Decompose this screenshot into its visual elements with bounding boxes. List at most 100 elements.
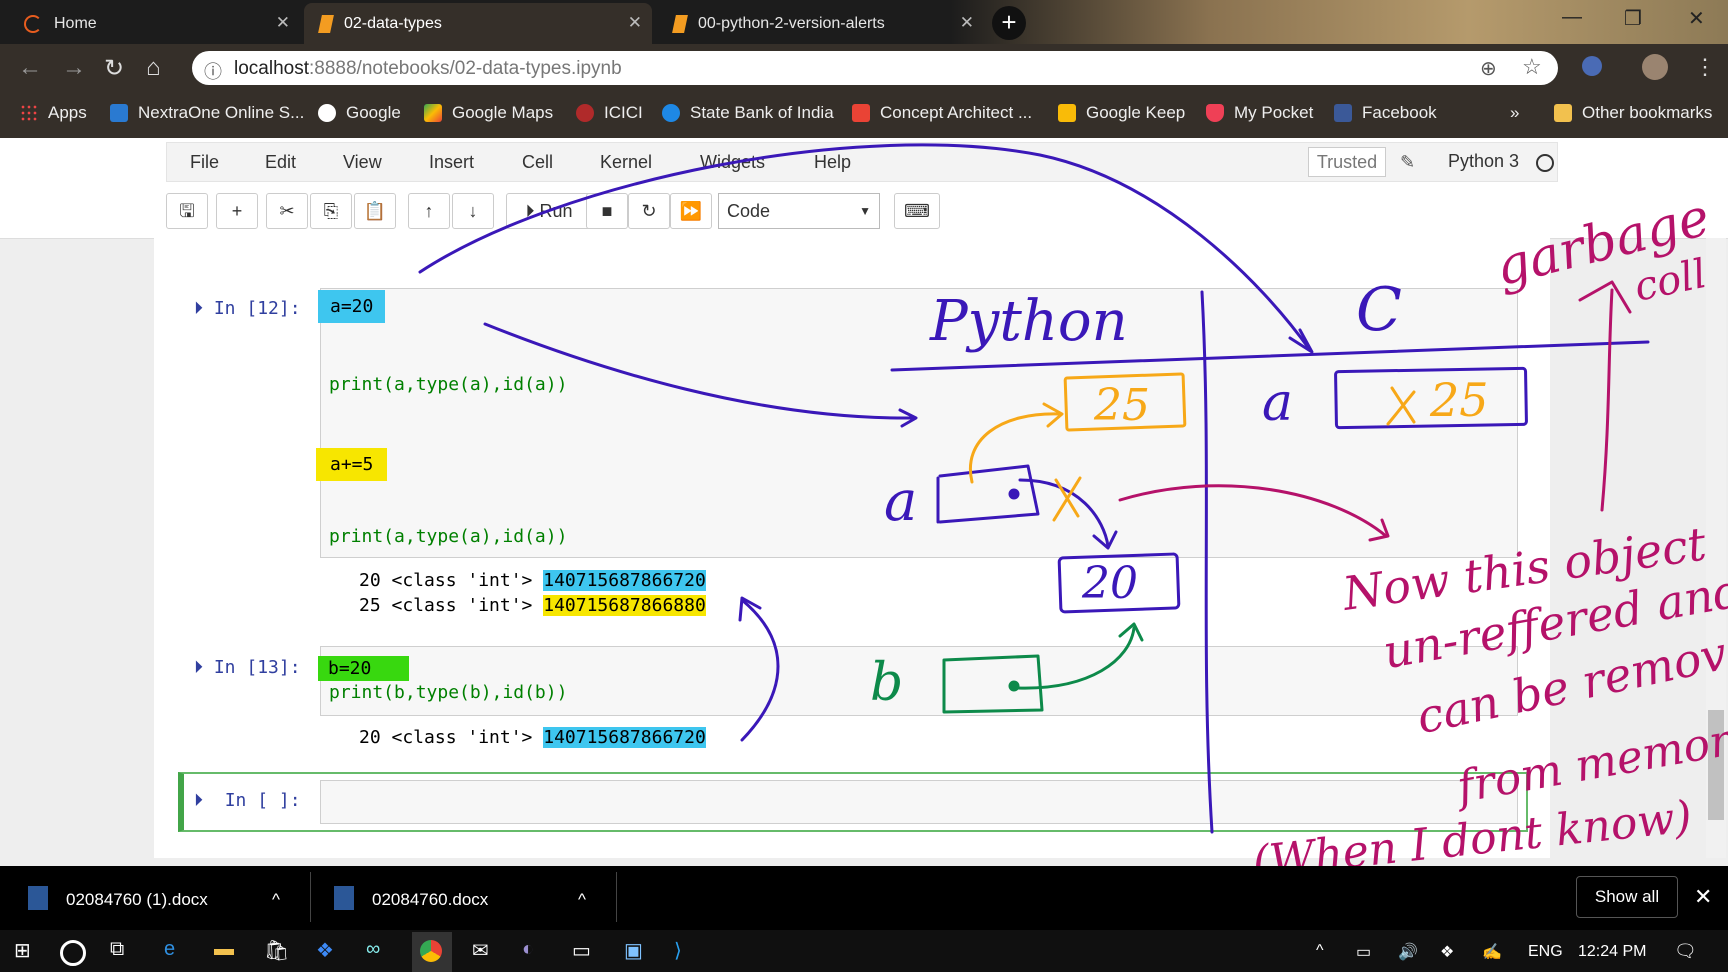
menu-insert[interactable]: Insert [429,152,474,173]
run-cell-icon[interactable]: ⏵ [194,298,203,319]
restart-run-all-button[interactable]: ⏩ [670,193,712,229]
menu-kernel[interactable]: Kernel [600,152,652,173]
apps-grid-icon [20,104,38,122]
bookmark-nextraone[interactable]: NextraOne Online S... [110,103,304,123]
battery-icon[interactable]: ▭ [1356,942,1371,962]
bookmark-google-keep[interactable]: Google Keep [1058,103,1185,123]
bookmark-my-pocket[interactable]: My Pocket [1206,103,1313,123]
insert-cell-button[interactable]: + [216,193,258,229]
restart-button[interactable]: ↻ [628,193,670,229]
remote-desktop-icon[interactable]: ▣ [624,938,643,963]
code-input[interactable] [320,780,1518,824]
menu-edit[interactable]: Edit [265,152,296,173]
download-item[interactable]: 02084760.docx [372,890,488,910]
tab-home[interactable]: Home ✕ [8,3,300,44]
zoom-icon[interactable]: ⊕ [1480,56,1497,81]
run-cell-icon[interactable]: ⏵ [194,657,203,678]
close-tab-icon[interactable]: ✕ [960,13,974,33]
dropbox-tray-icon[interactable]: ❖ [1440,942,1454,962]
interrupt-button[interactable]: ■ [586,193,628,229]
menu-view[interactable]: View [343,152,382,173]
run-icon: ⏵ [525,201,535,221]
menu-widgets[interactable]: Widgets [700,152,765,173]
cut-button[interactable]: ✂ [266,193,308,229]
tab-02-data-types[interactable]: 02-data-types ✕ [304,3,652,44]
edit-pencil-icon[interactable]: ✎ [1400,152,1415,173]
copy-button[interactable]: ⎘ [310,193,352,229]
reload-icon[interactable]: ↻ [104,54,124,83]
extension-icon[interactable] [1582,56,1602,76]
file-explorer-icon[interactable]: ▬ [214,938,234,961]
bookmark-apps[interactable]: Apps [20,103,87,123]
scrollbar-thumb[interactable] [1708,710,1724,820]
cell-type-select[interactable]: Code ▼ [718,193,880,229]
mail-icon[interactable]: ✉ [472,938,489,963]
avatar[interactable] [1642,54,1668,80]
terminal-icon[interactable]: ▭ [572,938,591,963]
close-window-icon[interactable]: ✕ [1688,6,1705,31]
pen-icon[interactable]: ✍ [1482,942,1502,962]
run-cell-icon[interactable]: ⏵ [194,790,203,811]
clock[interactable]: 12:24 PM [1578,943,1646,961]
search-icon[interactable] [60,940,86,966]
close-tab-icon[interactable]: ✕ [276,13,290,33]
menu-help[interactable]: Help [814,152,851,173]
home-icon[interactable]: ⌂ [146,54,161,82]
nextraone-icon [110,104,128,122]
forward-icon[interactable]: → [62,54,86,82]
divider [310,872,311,922]
back-icon[interactable]: ← [18,54,42,82]
tab-home-label: Home [54,14,97,32]
infinity-icon[interactable]: ∞ [366,938,380,961]
loading-icon [24,14,42,33]
tab-00-python-2[interactable]: 00-python-2-version-alerts ✕ [658,3,984,44]
bookmark-other[interactable]: Other bookmarks [1554,103,1712,123]
word-doc-icon [28,886,48,910]
kebab-menu-icon[interactable]: ⋮ [1694,54,1716,80]
edge-icon[interactable]: e [164,938,175,961]
paste-button[interactable]: 📋 [354,193,396,229]
bookmark-google[interactable]: Google [318,103,401,123]
bookmark-google-maps[interactable]: Google Maps [424,103,553,123]
minimize-icon[interactable]: — [1562,6,1582,29]
chevron-up-icon[interactable]: ^ [272,890,280,910]
output-line: 25 <class 'int'> 140715687866880 [359,595,706,616]
code-input[interactable] [320,646,1518,716]
folder-icon [1554,104,1572,122]
task-view-icon[interactable]: ⧉ [110,938,124,961]
download-item[interactable]: 02084760 (1).docx [66,890,208,910]
volume-icon[interactable]: 🔊 [1398,942,1418,962]
chevron-up-icon[interactable]: ^ [578,890,586,910]
store-icon[interactable]: 🛍 [264,938,289,963]
show-all-button[interactable]: Show all [1576,876,1678,918]
run-button[interactable]: ⏵ Run [506,193,592,229]
language-indicator[interactable]: ENG [1528,943,1563,961]
close-downloads-icon[interactable]: ✕ [1694,884,1712,910]
trusted-indicator[interactable]: Trusted [1308,147,1386,177]
url-text[interactable]: localhost:8888/notebooks/02-data-types.i… [234,58,622,80]
save-button[interactable]: 🖫 [166,193,208,229]
chevron-up-icon[interactable]: ^ [1316,942,1324,960]
new-tab-button[interactable]: + [992,6,1026,40]
bookmark-concept-architect[interactable]: Concept Architect ... [852,103,1032,123]
move-down-button[interactable]: ↓ [452,193,494,229]
move-up-button[interactable]: ↑ [408,193,450,229]
menu-file[interactable]: File [190,152,219,173]
close-tab-icon[interactable]: ✕ [628,13,642,33]
bookmark-facebook[interactable]: Facebook [1334,103,1437,123]
notifications-icon[interactable]: 🗨 [1674,941,1697,962]
code-input[interactable] [320,288,1518,558]
object-id: 140715687866880 [543,595,706,616]
bookmark-sbi[interactable]: State Bank of India [662,103,834,123]
windows-start-icon[interactable]: ⊞ [14,938,31,963]
eclipse-icon[interactable]: ◐ [522,938,534,961]
bookmark-star-icon[interactable]: ☆ [1522,54,1542,80]
dropbox-icon[interactable]: ❖ [316,938,334,963]
keyboard-shortcuts-button[interactable]: ⌨ [894,193,940,229]
bookmarks-overflow[interactable]: » [1510,103,1519,123]
menu-cell[interactable]: Cell [522,152,553,173]
restore-icon[interactable]: ❐ [1624,6,1642,31]
info-icon[interactable]: ⓘ [204,58,222,84]
bookmark-icici[interactable]: ICICI [576,103,643,123]
vscode-icon[interactable]: ⟩ [674,938,682,963]
